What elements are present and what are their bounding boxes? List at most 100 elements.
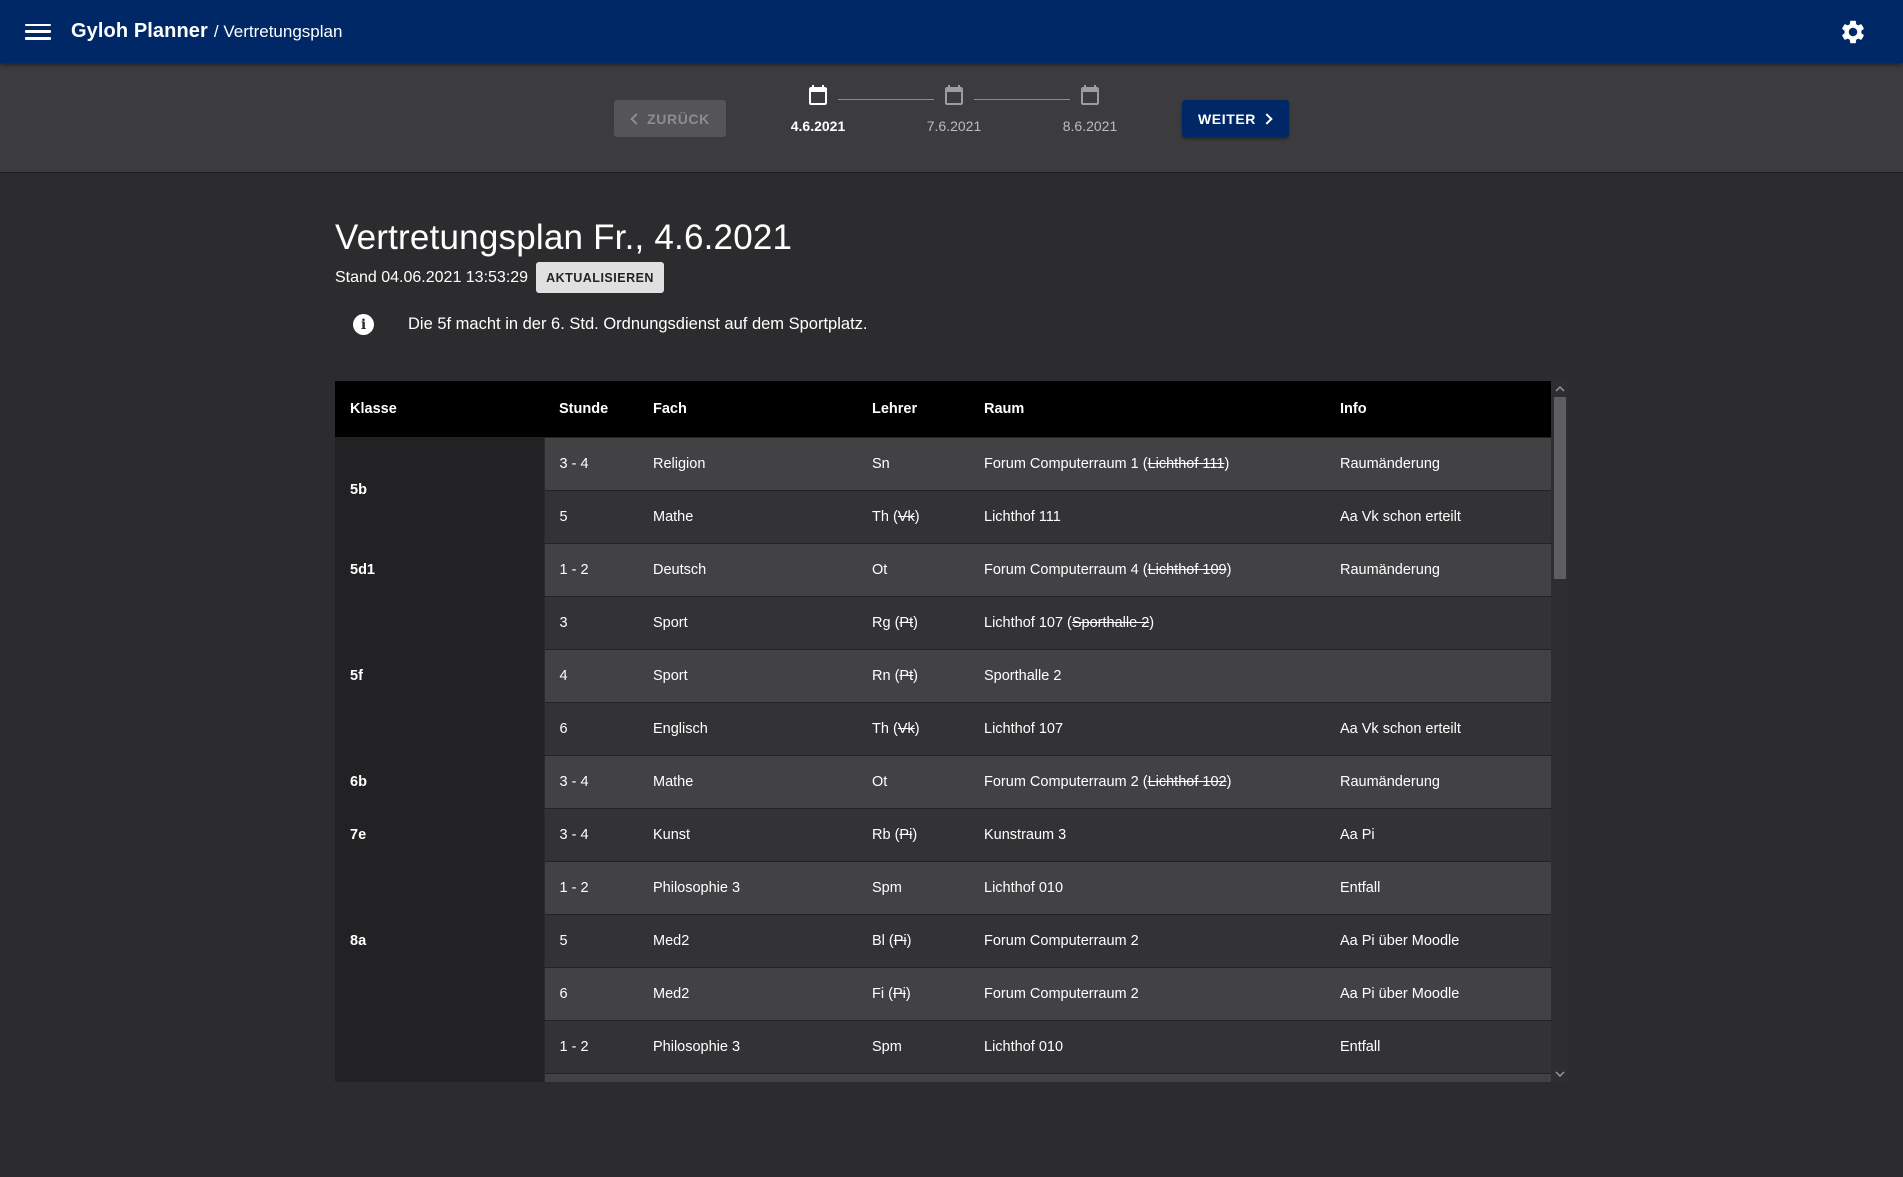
- cell-raum: Forum Computerraum 2: [969, 966, 1325, 1020]
- raum-current: Lichthof 107: [984, 720, 1064, 737]
- app-title[interactable]: Gyloh Planner: [71, 20, 208, 43]
- lehrer-original: Vk: [897, 720, 915, 737]
- cell-info: Aa Vk schon erteilt: [1325, 489, 1551, 543]
- cell-info: [1325, 1072, 1551, 1082]
- lehrer-current: Ot: [872, 773, 888, 790]
- scrollbar[interactable]: [1551, 381, 1569, 1082]
- cell-raum: Kunstraum 3: [969, 807, 1325, 861]
- lehrer-original: Pi: [892, 985, 906, 1002]
- cell-info: Aa Vk schon erteilt: [1325, 701, 1551, 755]
- cell-info: [1325, 595, 1551, 649]
- lehrer-current: Ot: [872, 561, 888, 578]
- cell-lehrer: Spm: [857, 1019, 969, 1073]
- lehrer-current: Spm: [872, 879, 902, 896]
- raum-current: Sporthalle 2: [984, 667, 1062, 684]
- cell-info: Entfall: [1325, 860, 1551, 914]
- app-bar: Gyloh Planner / Vertretungsplan: [0, 0, 1903, 63]
- lehrer-current: Rb: [872, 826, 891, 843]
- step-date-1[interactable]: 4.6.2021: [768, 83, 868, 134]
- column-header-stunde[interactable]: Stunde: [544, 381, 638, 437]
- raum-current: Lichthof 107: [984, 614, 1064, 631]
- cell-lehrer: Rn (Pt): [857, 648, 969, 702]
- menu-icon[interactable]: [25, 21, 51, 43]
- cell-lehrer: Ot: [857, 754, 969, 808]
- cell-raum: Forum Computerraum 2 (Lichthof 102): [969, 754, 1325, 808]
- lehrer-current: Fi: [872, 985, 885, 1002]
- cell-fach: Englisch: [638, 701, 857, 755]
- lehrer-current: Bl: [872, 932, 885, 949]
- step-date-label: 8.6.2021: [1062, 118, 1118, 134]
- cell-raum: Forum Computerraum 2: [969, 913, 1325, 967]
- cell-fach: Mathe: [638, 489, 857, 543]
- page-title: Vertretungsplan Fr., 4.6.2021: [335, 218, 793, 257]
- cell-klasse: [335, 1019, 545, 1082]
- table-row: 5b 3 - 4 Religion Sn Forum Computerraum 1 (L…: [335, 436, 1551, 543]
- raum-current: Lichthof 111: [984, 508, 1061, 525]
- table-row: 1 - 2 Philosophie 3 Spm Lichthof 010 Entfall: [335, 1019, 1551, 1082]
- cell-fach: Sport: [638, 648, 857, 702]
- cell-info: Aa Pi über Moodle: [1325, 913, 1551, 967]
- settings-icon[interactable]: [1839, 18, 1867, 46]
- step-date-2[interactable]: 7.6.2021: [904, 83, 1004, 134]
- calendar-icon: [945, 85, 963, 105]
- substitution-table: Klasse Stunde Fach Lehrer Raum Info 5b 3 …: [335, 381, 1569, 1082]
- cell-lehrer: Th (Vk): [857, 489, 969, 543]
- calendar-icon: [809, 85, 827, 105]
- chevron-right-icon: [1261, 112, 1273, 125]
- column-header-info[interactable]: Info: [1325, 381, 1551, 437]
- lehrer-original: Vk: [897, 508, 915, 525]
- cell-fach: Sport: [638, 595, 857, 649]
- cell-lehrer: [857, 1072, 969, 1082]
- raum-current: Forum Computerraum 2: [984, 773, 1139, 790]
- cell-fach: Mathe: [638, 754, 857, 808]
- raum-original: Lichthof 109: [1147, 561, 1227, 578]
- back-button-label: ZURÜCK: [647, 110, 710, 127]
- scrollbar-thumb[interactable]: [1554, 397, 1566, 579]
- raum-original: Lichthof 102: [1147, 773, 1227, 790]
- cell-stunde: [544, 1072, 638, 1082]
- column-header-klasse[interactable]: Klasse: [335, 381, 544, 437]
- table-row: 6b 3 - 4 Mathe Ot Forum Computerraum 2 (Lich…: [335, 754, 1551, 808]
- refresh-button[interactable]: AKTUALISIEREN: [536, 262, 664, 293]
- cell-stunde: 4: [544, 648, 638, 702]
- cell-raum: Lichthof 107 (Sporthalle 2): [969, 595, 1325, 649]
- cell-lehrer: Fi (Pi): [857, 966, 969, 1020]
- table-body: 5b 3 - 4 Religion Sn Forum Computerraum 1 (L…: [335, 436, 1551, 1082]
- raum-original: Sporthalle 2: [1071, 614, 1150, 631]
- lehrer-current: Rg: [872, 614, 891, 631]
- scroll-down-icon[interactable]: [1555, 1069, 1565, 1079]
- table-row: 8a 1 - 2 Philosophie 3 Spm Lichthof 010 Entfa…: [335, 860, 1551, 1020]
- cell-stunde: 5: [544, 913, 638, 967]
- lehrer-original: Pi: [899, 826, 913, 843]
- back-button[interactable]: ZURÜCK: [614, 100, 726, 137]
- cell-klasse: 8a: [335, 860, 545, 1020]
- chevron-left-icon: [630, 112, 642, 125]
- cell-raum: Lichthof 111: [969, 489, 1325, 543]
- lehrer-original: Pt: [899, 614, 914, 631]
- cell-fach: Kunst: [638, 807, 857, 861]
- last-updated-text: Stand 04.06.2021 13:53:29: [335, 268, 529, 286]
- lehrer-original: Pi: [893, 932, 907, 949]
- raum-current: Lichthof 010: [984, 1038, 1064, 1055]
- scroll-up-icon[interactable]: [1555, 384, 1565, 394]
- next-button[interactable]: WEITER: [1182, 100, 1289, 137]
- cell-info: Aa Pi über Moodle: [1325, 966, 1551, 1020]
- cell-raum: Lichthof 010: [969, 860, 1325, 914]
- column-header-raum[interactable]: Raum: [969, 381, 1325, 437]
- cell-raum: Lichthof 010: [969, 1019, 1325, 1073]
- step-date-label: 4.6.2021: [790, 118, 846, 134]
- next-button-label: WEITER: [1197, 110, 1257, 127]
- column-header-lehrer[interactable]: Lehrer: [857, 381, 969, 437]
- info-message: i Die 5f macht in der 6. Std. Ordnungsdi…: [353, 314, 868, 335]
- cell-klasse: 5f: [335, 595, 545, 755]
- lehrer-current: Spm: [872, 1038, 902, 1055]
- cell-stunde: 6: [544, 966, 638, 1020]
- cell-stunde: 3 - 4: [544, 754, 638, 808]
- cell-stunde: 5: [544, 489, 638, 543]
- cell-fach: Med2: [638, 966, 857, 1020]
- cell-klasse: 7e: [335, 807, 545, 861]
- cell-klasse: 5d1: [335, 542, 545, 596]
- step-date-3[interactable]: 8.6.2021: [1040, 83, 1140, 134]
- cell-fach: Med2: [638, 913, 857, 967]
- column-header-fach[interactable]: Fach: [638, 381, 857, 437]
